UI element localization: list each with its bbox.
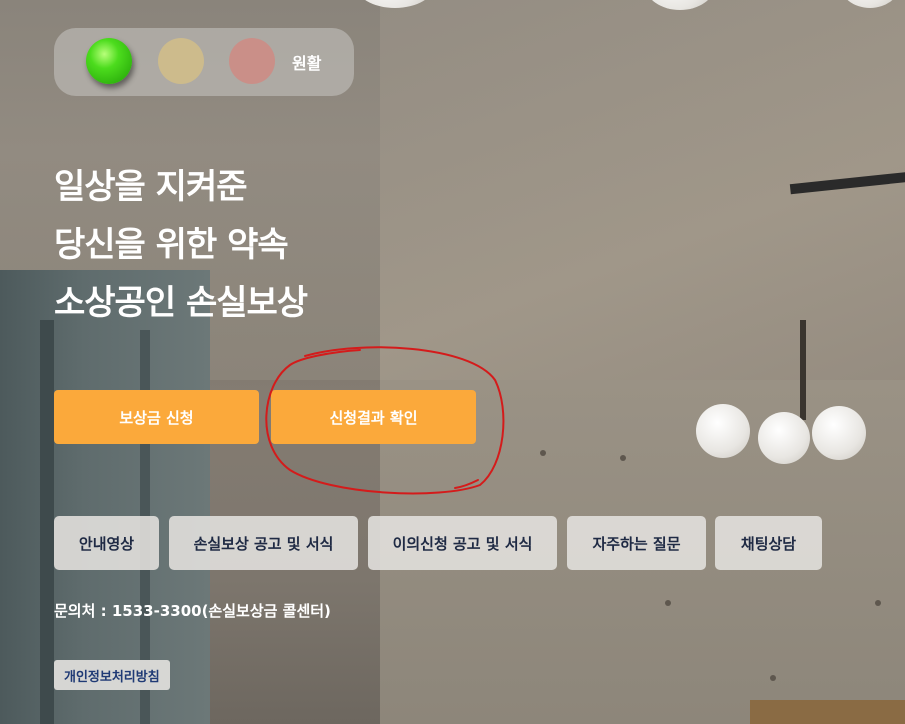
chat-consult-button[interactable]: 채팅상담 (715, 516, 822, 570)
wall-bolt (620, 455, 626, 461)
chandelier-globe (812, 406, 866, 460)
hero-headline: 일상을 지켜준 당신을 위한 약속 소상공인 손실보상 (54, 158, 308, 332)
green-light-icon (86, 38, 132, 84)
hero-line-3: 소상공인 손실보상 (54, 283, 308, 323)
chandelier-globe (696, 404, 750, 458)
wall-bolt (770, 675, 776, 681)
wall-bolt (540, 450, 546, 456)
hero-line-2: 당신을 위한 약속 (54, 225, 289, 265)
window (0, 270, 210, 724)
chandelier-stem (800, 320, 806, 420)
chandelier-globe (758, 412, 810, 464)
wall-bolt (875, 600, 881, 606)
privacy-policy-link[interactable]: 개인정보처리방침 (54, 660, 170, 690)
furniture (750, 700, 905, 724)
status-label: 원활 (292, 54, 322, 73)
check-result-button[interactable]: 신청결과 확인 (271, 390, 476, 444)
wall-bolt (665, 600, 671, 606)
congestion-status-indicator: 원활 (54, 28, 354, 96)
faq-button[interactable]: 자주하는 질문 (567, 516, 706, 570)
guide-video-button[interactable]: 안내영상 (54, 516, 159, 570)
objection-notice-button[interactable]: 이의신청 공고 및 서식 (368, 516, 557, 570)
hero-line-1: 일상을 지켜준 (54, 167, 248, 207)
window-frame (40, 320, 54, 724)
apply-compensation-button[interactable]: 보상금 신청 (54, 390, 259, 444)
yellow-light-icon (158, 38, 204, 84)
compensation-notice-button[interactable]: 손실보상 공고 및 서식 (169, 516, 358, 570)
red-light-icon (229, 38, 275, 84)
contact-info: 문의처 : 1533-3300(손실보상금 콜센터) (54, 602, 331, 620)
ceiling-panel (380, 0, 905, 390)
